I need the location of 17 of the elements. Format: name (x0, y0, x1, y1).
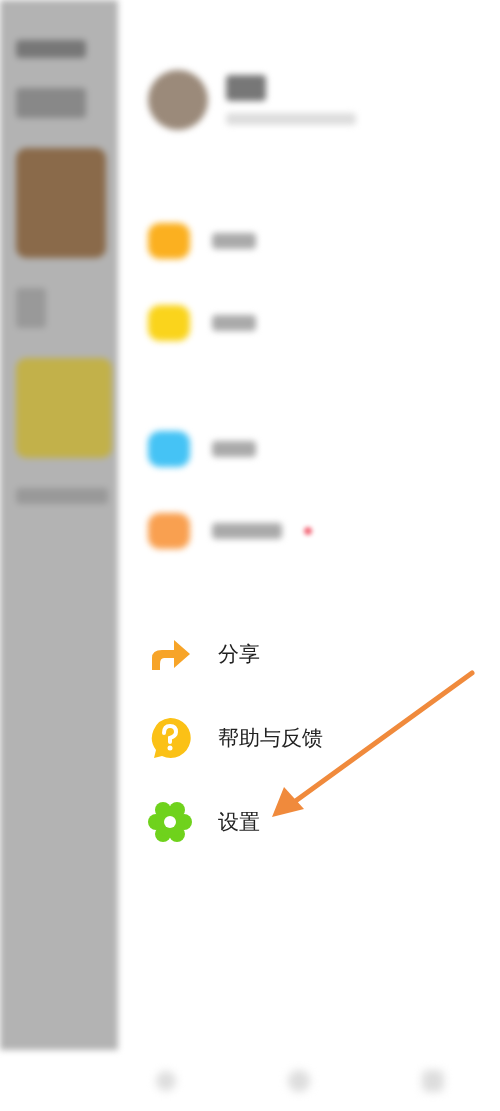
blurred-text (212, 233, 256, 249)
blurred-icon (16, 288, 46, 328)
blurred-text (16, 88, 86, 118)
menu-item[interactable]: 分享 (218, 640, 260, 668)
blurred-text (212, 315, 256, 331)
blurred-text (212, 441, 256, 457)
nav-icon (156, 1071, 176, 1091)
blurred-text (226, 75, 266, 101)
nav-icon (288, 1070, 310, 1092)
blurred-text (16, 40, 86, 58)
avatar[interactable] (148, 70, 208, 130)
menu-item[interactable]: 帮助与反馈 (218, 724, 323, 752)
menu-item[interactable]: 设置 (218, 808, 260, 836)
settings-icon (148, 800, 192, 844)
blurred-text (212, 523, 282, 539)
notification-dot (304, 527, 312, 535)
nav-icon (422, 1070, 444, 1092)
